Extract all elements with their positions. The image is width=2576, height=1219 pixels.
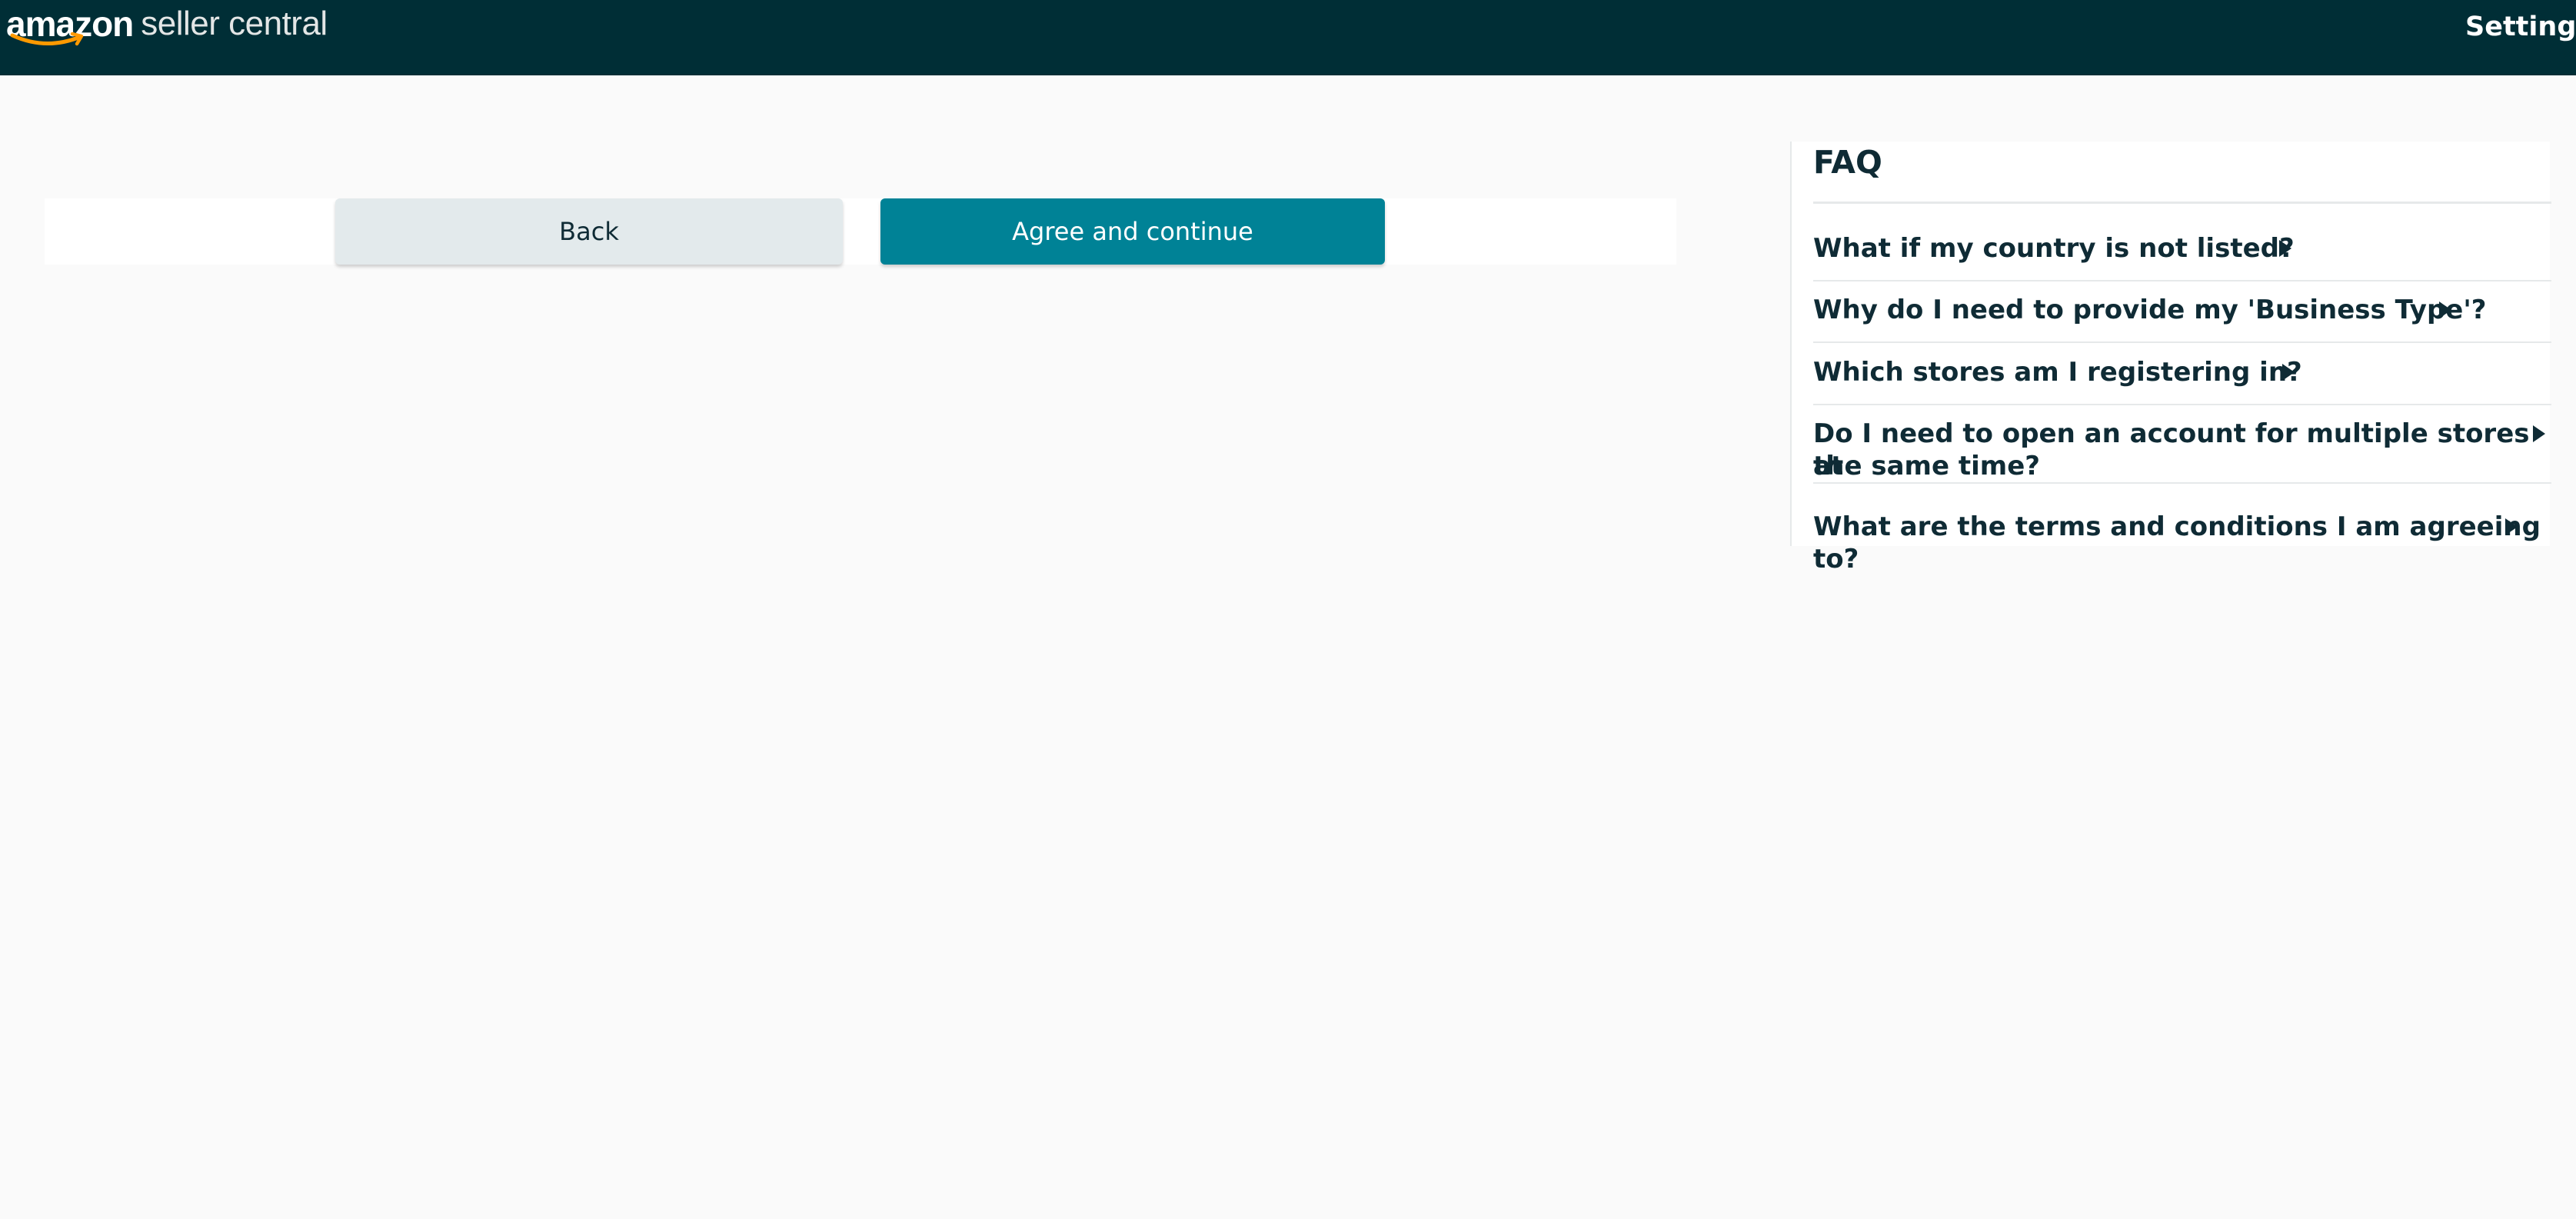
action-button-bar: Back Agree and continue <box>45 198 1676 265</box>
faq-question: What are the terms and conditions I am a… <box>1813 511 2541 575</box>
settings-link[interactable]: Settings <box>2465 9 2576 45</box>
faq-item-stores-registering[interactable]: Which stores am I registering in? <box>1813 356 2551 405</box>
expand-arrow-icon <box>2279 240 2291 257</box>
faq-question-line-2: the same time? <box>1813 451 2040 481</box>
faq-item-business-type[interactable]: Why do I need to provide my 'Business Ty… <box>1813 294 2551 343</box>
faq-item-terms-and-conditions[interactable]: What are the terms and conditions I am a… <box>1813 511 2551 575</box>
faq-heading: FAQ <box>1813 144 1882 181</box>
faq-item-multiple-stores[interactable]: Do I need to open an account for multipl… <box>1813 418 2551 484</box>
expand-arrow-icon <box>2533 425 2545 442</box>
faq-panel: FAQ What if my country is not listed? Wh… <box>1790 142 2551 575</box>
faq-divider <box>1813 202 2551 204</box>
expand-arrow-icon <box>2505 518 2518 535</box>
faq-question: Why do I need to provide my 'Business Ty… <box>1813 295 2487 325</box>
amazon-seller-central-logo[interactable]: amazon seller central <box>6 3 328 49</box>
amazon-smile-icon <box>10 32 84 46</box>
back-button[interactable]: Back <box>335 198 843 265</box>
top-navigation-bar: amazon seller central Settings <box>0 0 2576 75</box>
logo-seller-central-text: seller central <box>141 5 328 42</box>
expand-arrow-icon <box>2439 301 2451 318</box>
expand-arrow-icon <box>2282 364 2295 381</box>
faq-item-country-not-listed[interactable]: What if my country is not listed? <box>1813 232 2551 281</box>
faq-question: Which stores am I registering in? <box>1813 357 2302 388</box>
agree-and-continue-button[interactable]: Agree and continue <box>880 198 1385 265</box>
faq-question: What if my country is not listed? <box>1813 233 2295 264</box>
